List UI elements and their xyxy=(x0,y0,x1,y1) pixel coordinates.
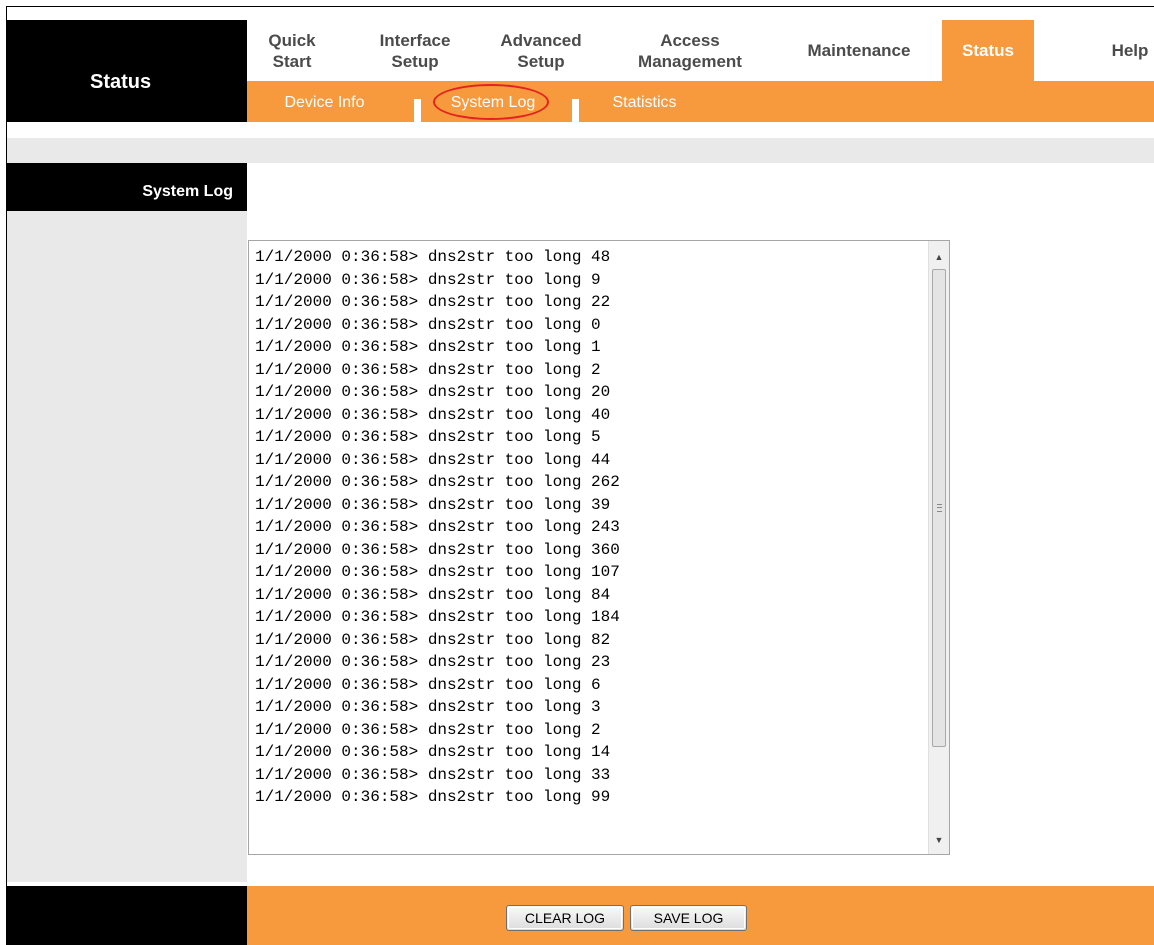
log-line: 1/1/2000 0:36:58> dns2str too long 0 xyxy=(255,315,601,334)
save-log-label: SAVE LOG xyxy=(653,909,724,926)
log-line: 1/1/2000 0:36:58> dns2str too long 6 xyxy=(255,675,601,694)
tab-label: Interface Setup xyxy=(379,30,451,71)
tab-advanced-setup[interactable]: Advanced Setup xyxy=(492,20,590,81)
log-scrollbar[interactable]: ▲ ▼ xyxy=(928,241,949,854)
log-line: 1/1/2000 0:36:58> dns2str too long 14 xyxy=(255,743,611,761)
tab-help[interactable]: Help xyxy=(1095,20,1154,81)
separator-band xyxy=(7,138,1154,163)
subtab-divider xyxy=(572,99,579,122)
log-line: 1/1/2000 0:36:58> dns2str too long 184 xyxy=(255,608,620,626)
subtab-label: Device Info xyxy=(284,94,365,111)
main-nav: Quick Start Interface Setup Advanced Set… xyxy=(247,20,1154,81)
log-line: 1/1/2000 0:36:58> dns2str too long 2 xyxy=(255,360,601,379)
log-line: 1/1/2000 0:36:58> dns2str too long 262 xyxy=(255,473,620,491)
subtab-statistics[interactable]: Statistics xyxy=(597,81,692,122)
tab-label: Status xyxy=(962,41,1014,60)
tab-label: Quick Start xyxy=(268,30,316,71)
clear-log-button[interactable]: CLEAR LOG xyxy=(506,905,624,931)
grip-icon xyxy=(937,504,942,512)
log-line: 1/1/2000 0:36:58> dns2str too long 48 xyxy=(255,248,611,266)
log-line: 1/1/2000 0:36:58> dns2str too long 99 xyxy=(255,788,611,806)
log-content: 1/1/2000 0:36:58> dns2str too long 48 1/… xyxy=(255,246,620,809)
log-line: 1/1/2000 0:36:58> dns2str too long 2 xyxy=(255,720,601,739)
triangle-down-icon[interactable]: ▼ xyxy=(929,830,949,850)
save-log-button[interactable]: SAVE LOG xyxy=(630,905,747,931)
triangle-up-icon[interactable]: ▲ xyxy=(929,247,949,267)
footer-left xyxy=(7,886,247,945)
sidebar-title: Status xyxy=(90,71,152,93)
log-line: 1/1/2000 0:36:58> dns2str too long 243 xyxy=(255,518,620,536)
log-line: 1/1/2000 0:36:58> dns2str too long 44 xyxy=(255,450,611,469)
log-line: 1/1/2000 0:36:58> dns2str too long 39 xyxy=(255,495,611,514)
sidebar-panel xyxy=(7,211,247,882)
log-line: 1/1/2000 0:36:58> dns2str too long 9 xyxy=(255,270,601,289)
tab-label: Advanced Setup xyxy=(500,30,582,71)
tab-interface-setup[interactable]: Interface Setup xyxy=(367,20,463,81)
log-line: 1/1/2000 0:36:58> dns2str too long 20 xyxy=(255,383,611,401)
subtab-system-log[interactable]: System Log xyxy=(435,81,551,122)
log-line: 1/1/2000 0:36:58> dns2str too long 33 xyxy=(255,765,611,784)
log-line: 1/1/2000 0:36:58> dns2str too long 23 xyxy=(255,653,611,671)
log-line: 1/1/2000 0:36:58> dns2str too long 107 xyxy=(255,563,620,581)
system-log-textarea[interactable]: 1/1/2000 0:36:58> dns2str too long 48 1/… xyxy=(248,240,950,855)
log-line: 1/1/2000 0:36:58> dns2str too long 1 xyxy=(255,338,601,356)
subtab-label: Statistics xyxy=(612,94,677,111)
sidebar-header: Status xyxy=(7,20,247,122)
log-line: 1/1/2000 0:36:58> dns2str too long 82 xyxy=(255,630,611,649)
sub-nav: Device Info System Log Statistics xyxy=(247,81,1154,122)
log-line: 1/1/2000 0:36:58> dns2str too long 84 xyxy=(255,585,611,604)
router-admin-page: Status Quick Start Interface Setup Advan… xyxy=(6,6,1154,945)
subtab-label: System Log xyxy=(450,94,536,111)
scrollbar-thumb[interactable] xyxy=(932,269,946,747)
log-line: 1/1/2000 0:36:58> dns2str too long 5 xyxy=(255,428,601,446)
log-line: 1/1/2000 0:36:58> dns2str too long 40 xyxy=(255,405,611,424)
tab-maintenance[interactable]: Maintenance xyxy=(791,20,927,81)
tab-quick-start[interactable]: Quick Start xyxy=(257,20,327,81)
tab-label: Help xyxy=(1111,41,1149,60)
tab-label: Access Management xyxy=(638,30,742,71)
tab-label: Maintenance xyxy=(807,41,911,60)
section-header: System Log xyxy=(7,163,247,211)
subtab-device-info[interactable]: Device Info xyxy=(267,81,382,122)
log-line: 1/1/2000 0:36:58> dns2str too long 3 xyxy=(255,698,601,716)
tab-access-management[interactable]: Access Management xyxy=(625,20,755,81)
subtab-divider xyxy=(414,99,421,122)
clear-log-label: CLEAR LOG xyxy=(524,909,606,926)
log-line: 1/1/2000 0:36:58> dns2str too long 360 xyxy=(255,540,620,559)
section-title: System Log xyxy=(142,183,233,200)
log-line: 1/1/2000 0:36:58> dns2str too long 22 xyxy=(255,293,611,311)
tab-status[interactable]: Status xyxy=(942,20,1034,81)
